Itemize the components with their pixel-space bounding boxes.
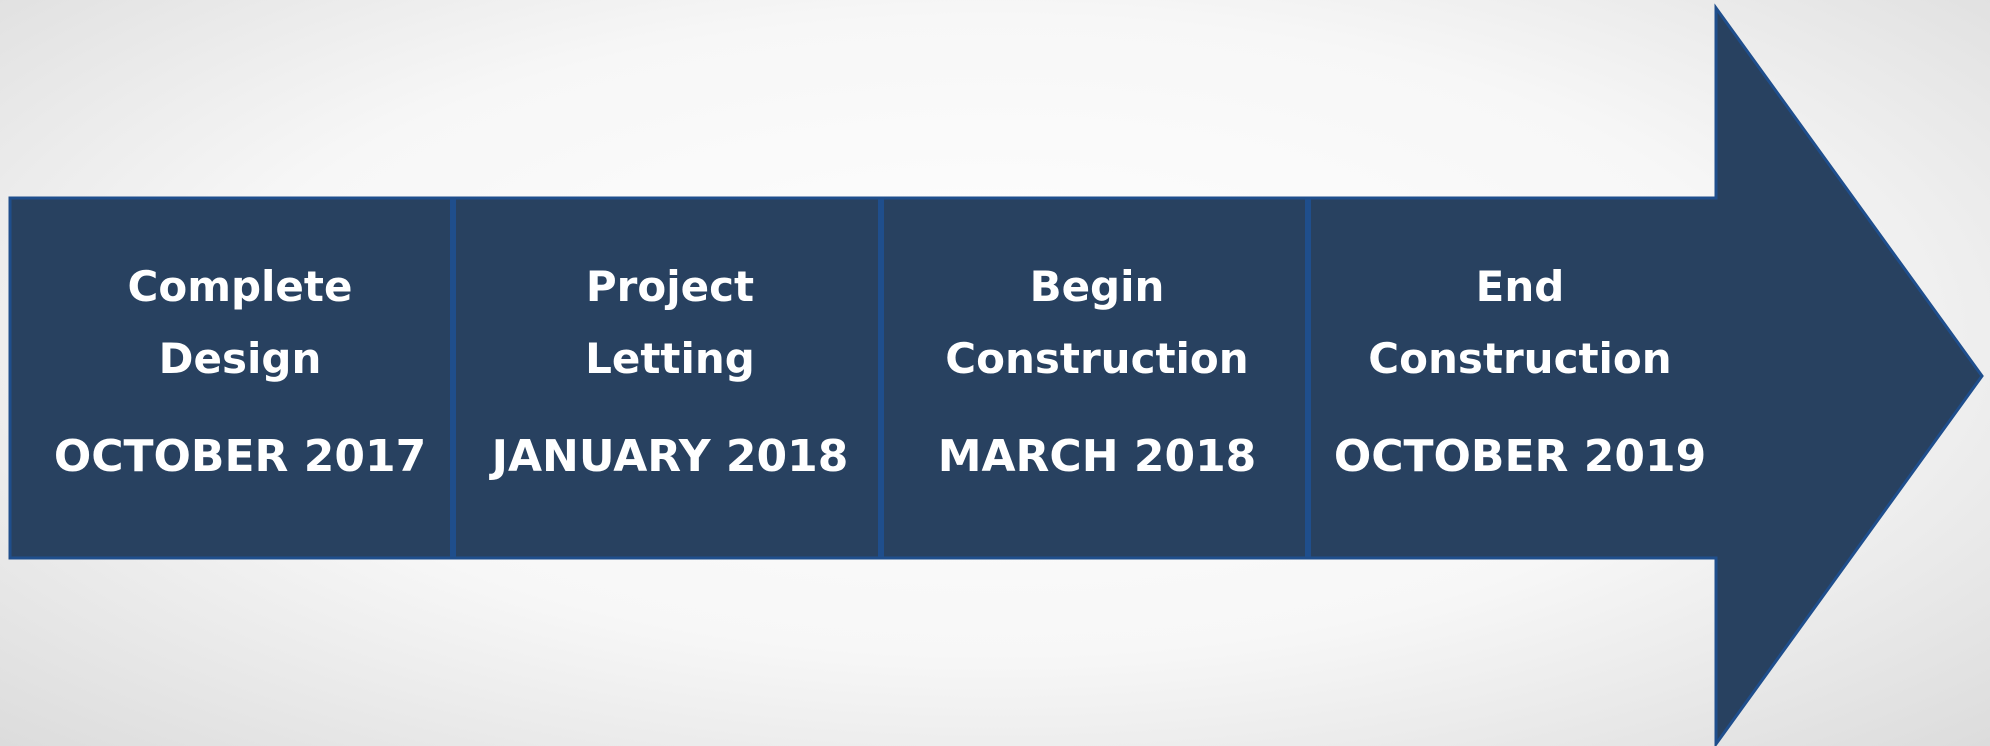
milestone-title-line: Project <box>585 262 755 311</box>
milestone-title: Complete Design <box>40 251 440 395</box>
milestone-title-line: Construction <box>1368 334 1672 383</box>
milestone-title: Begin Construction <box>897 251 1297 395</box>
milestone-title: Project Letting <box>470 251 870 395</box>
milestone-title-line: Design <box>158 334 322 383</box>
milestone-end-construction: End Construction OCTOBER 2019 <box>1320 199 1720 558</box>
milestone-date: OCTOBER 2019 <box>1333 431 1707 482</box>
milestone-project-letting: Project Letting JANUARY 2018 <box>470 199 870 558</box>
milestone-begin-construction: Begin Construction MARCH 2018 <box>897 199 1297 558</box>
milestone-title-line: Begin <box>1029 262 1165 311</box>
milestone-title-line: Complete <box>127 262 353 311</box>
milestone-title-line: Construction <box>945 334 1249 383</box>
milestone-title: End Construction <box>1320 251 1720 395</box>
milestone-title-line: Letting <box>585 334 755 383</box>
milestone-date: OCTOBER 2017 <box>53 431 427 482</box>
milestone-date: MARCH 2018 <box>937 431 1257 482</box>
milestone-complete-design: Complete Design OCTOBER 2017 <box>40 199 440 558</box>
milestone-title-line: End <box>1475 262 1565 311</box>
milestone-date: JANUARY 2018 <box>491 431 849 482</box>
